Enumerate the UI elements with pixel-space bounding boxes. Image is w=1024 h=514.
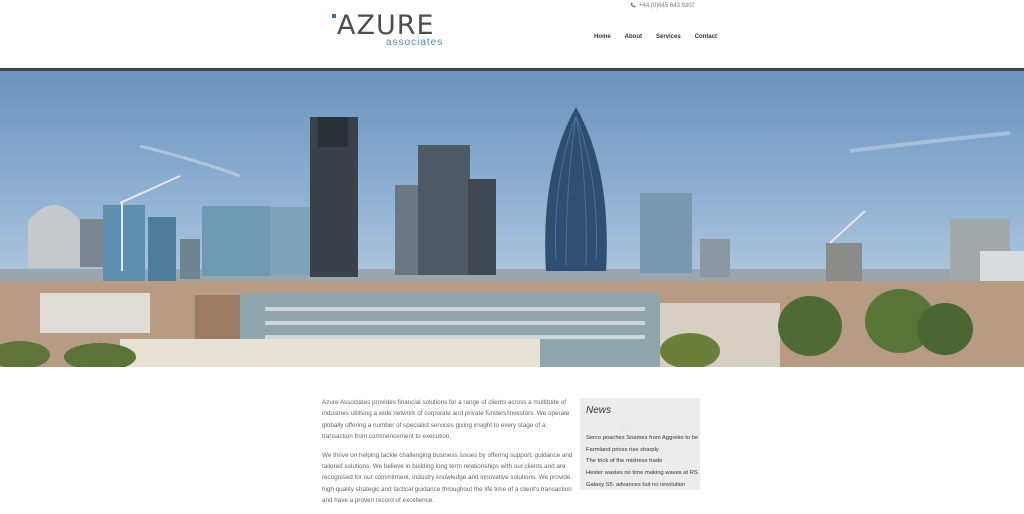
nav-about[interactable]: About [625,33,642,41]
intro-paragraph: We thrive on helping tackle challenging … [322,451,573,505]
news-panel: News ·· Serco poaches Soames from Aggrek… [580,398,700,490]
logo-tagline: associates [386,37,444,48]
intro-paragraph: Azure Associates provides financial solu… [322,399,570,441]
news-divider: ·· [622,423,630,429]
nav-contact[interactable]: Contact [695,33,717,41]
news-item[interactable]: Galaxy S5: advances but no revolution [586,480,700,492]
news-item[interactable]: The trick of the mistress trade [586,456,700,468]
phone-number: +44 (0)845 643 9307 [639,3,695,9]
news-item[interactable]: Serco poaches Soames from Aggreko to be [586,433,700,445]
news-heading: News [586,405,612,416]
site-header: AZURE associates +44 (0)845 643 9307 Hom… [0,0,1024,68]
nav-home[interactable]: Home [594,33,611,41]
logo-mark [332,14,336,18]
news-list: Serco poaches Soames from Aggreko to be … [586,433,700,492]
azure-logo[interactable]: AZURE associates [332,11,452,52]
news-item[interactable]: Farmland prices rise sharply [586,445,700,457]
skyline-illustration [0,107,1024,367]
hero-skyline-image [0,71,1024,367]
phone-icon [630,2,636,8]
nav-services[interactable]: Services [656,33,681,41]
main-nav: Home About Services Contact [594,33,731,41]
news-item[interactable]: Hester wastes no time making waves at RS [586,468,700,480]
phone-contact[interactable]: +44 (0)845 643 9307 [630,2,695,10]
intro-text: Azure Associates provides financial solu… [322,397,576,514]
